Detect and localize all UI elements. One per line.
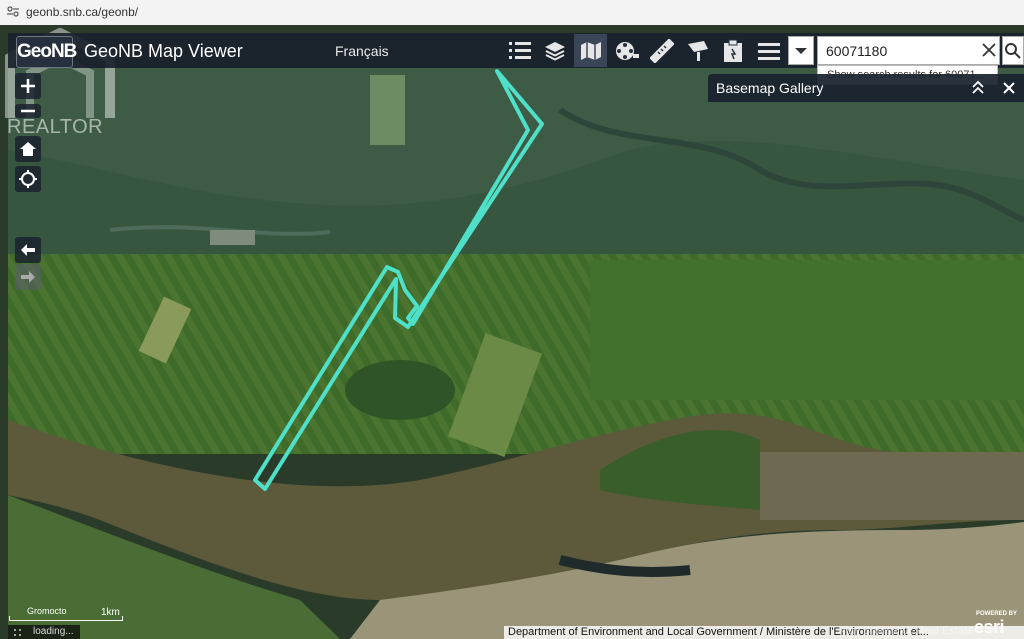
measure-area-tool-button[interactable] (610, 34, 643, 67)
forward-icon (21, 271, 35, 283)
zoom-in-icon (21, 79, 35, 93)
basemap-tool-button[interactable] (574, 34, 607, 67)
search-button[interactable] (1002, 36, 1024, 65)
geonb-logo[interactable]: GeoNB (16, 36, 77, 68)
ruler-tool-button[interactable] (645, 34, 678, 67)
search-icon (1005, 43, 1021, 59)
ruler-icon (649, 38, 674, 63)
menu-tool-button[interactable] (752, 34, 785, 67)
map-icon (580, 41, 601, 60)
layers-icon (544, 41, 565, 61)
search-input[interactable] (826, 36, 976, 65)
back-icon (21, 244, 35, 256)
site-settings-icon[interactable] (7, 6, 19, 17)
aerial-imagery (0, 25, 1024, 639)
zoom-out-button[interactable] (15, 104, 41, 118)
locate-button[interactable] (15, 166, 41, 192)
list-icon (508, 41, 531, 59)
map-canvas[interactable] (0, 25, 1024, 639)
draw-tool-button[interactable] (681, 34, 714, 67)
collapse-panel-icon[interactable] (968, 80, 988, 96)
locate-icon (19, 170, 37, 188)
home-icon (20, 142, 36, 156)
language-link[interactable]: Français (335, 43, 389, 59)
menu-icon (757, 42, 780, 60)
layers-tool-button[interactable] (538, 34, 571, 67)
previous-extent-button[interactable] (15, 237, 41, 263)
browser-address-bar[interactable]: geonb.snb.ca/geonb/ (0, 0, 1024, 26)
film-reel-icon (615, 41, 639, 60)
clear-search-icon[interactable] (979, 39, 999, 61)
zoom-in-button[interactable] (15, 73, 41, 99)
zoom-out-icon (21, 109, 35, 113)
url-text[interactable]: geonb.snb.ca/geonb/ (26, 5, 138, 19)
search-options-dropdown[interactable] (788, 36, 814, 65)
clipboard-icon (723, 39, 742, 62)
realtor-watermark-text: New Brunswick Real Estate (838, 625, 974, 637)
loading-spinner-icon (14, 629, 21, 636)
esri-logo[interactable]: esri (974, 617, 1005, 638)
panel-title: Basemap Gallery (716, 80, 824, 96)
print-tool-button[interactable] (716, 34, 749, 67)
next-extent-button[interactable] (15, 264, 41, 290)
app-title: GeoNB Map Viewer (84, 41, 243, 61)
legend-tool-button[interactable] (503, 34, 536, 67)
scalebar-unit: 1km (101, 607, 120, 618)
scalebar-place-label: Gromocto (27, 606, 67, 616)
trowel-icon (687, 40, 708, 61)
close-icon[interactable] (999, 79, 1019, 97)
home-button[interactable] (15, 136, 41, 162)
chevron-down-icon (795, 48, 807, 54)
